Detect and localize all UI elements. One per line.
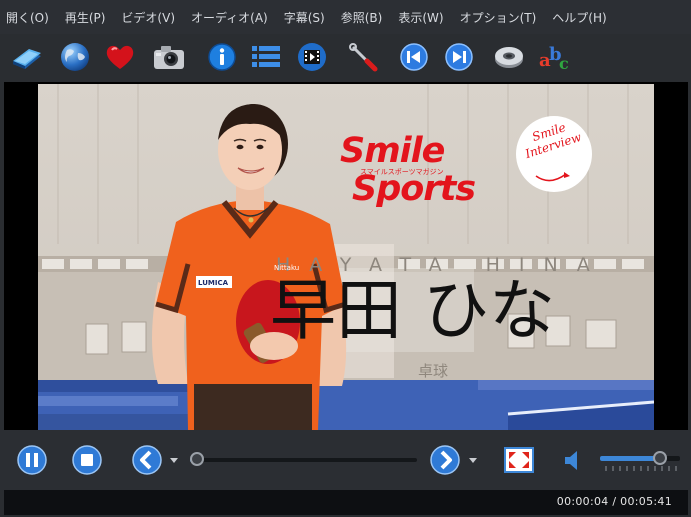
disc-icon[interactable]: [492, 40, 526, 74]
sport-label: 卓球: [418, 362, 449, 380]
stop-button[interactable]: [71, 444, 103, 476]
globe-icon[interactable]: [58, 40, 92, 74]
next-icon[interactable]: [442, 40, 476, 74]
svg-text:c: c: [559, 54, 569, 73]
menu-play[interactable]: 再生(P): [65, 9, 106, 26]
volume-ticks: [605, 466, 677, 471]
menu-video[interactable]: ビデオ(V): [121, 9, 175, 26]
seek-back-dropdown-icon[interactable]: [168, 444, 180, 476]
time-display: 00:00:04 / 00:05:41: [556, 495, 672, 508]
menu-browse[interactable]: 参照(B): [341, 9, 383, 26]
seek-forward-button[interactable]: [429, 444, 461, 476]
status-bar: 00:00:04 / 00:05:41: [4, 490, 688, 515]
menu-open[interactable]: 開く(O): [6, 9, 49, 26]
menu-audio[interactable]: オーディオ(A): [191, 9, 268, 26]
volume-icon[interactable]: [560, 444, 584, 476]
list-icon[interactable]: [249, 40, 283, 74]
shirt-sponsor: LUMICA: [198, 279, 229, 287]
menu-bar: 開く(O) 再生(P) ビデオ(V) オーディオ(A) 字幕(S) 参照(B) …: [0, 0, 691, 34]
tools-icon[interactable]: [346, 40, 380, 74]
video-viewport[interactable]: Smile スマイルスポーツマガジン Sports Smile Intervie…: [4, 82, 688, 430]
shirt-logo: Nittaku: [274, 264, 300, 272]
seek-bar[interactable]: [189, 452, 417, 466]
video-frame-image: Smile スマイルスポーツマガジン Sports Smile Intervie…: [38, 84, 654, 430]
volume-thumb[interactable]: [653, 451, 667, 465]
menu-options[interactable]: オプション(T): [460, 9, 537, 26]
playback-controls: [0, 430, 691, 490]
film-icon[interactable]: [295, 40, 329, 74]
toolbar: a b c: [0, 34, 691, 80]
menu-subtitle[interactable]: 字幕(S): [284, 9, 325, 26]
fullscreen-button[interactable]: [503, 444, 535, 476]
open-book-icon[interactable]: [10, 40, 44, 74]
menu-help[interactable]: ヘルプ(H): [552, 9, 606, 26]
camera-icon[interactable]: [152, 40, 186, 74]
name-kanji: 早田 ひな: [270, 272, 555, 349]
seek-forward-dropdown-icon[interactable]: [467, 444, 479, 476]
volume-level: [600, 456, 660, 461]
media-player-window: 開く(O) 再生(P) ビデオ(V) オーディオ(A) 字幕(S) 参照(B) …: [0, 0, 691, 517]
menu-view[interactable]: 表示(W): [398, 9, 443, 26]
heart-icon[interactable]: [103, 40, 137, 74]
seek-back-button[interactable]: [131, 444, 163, 476]
volume-slider[interactable]: [600, 451, 680, 471]
abc-icon[interactable]: a b c: [538, 40, 572, 74]
previous-icon[interactable]: [397, 40, 431, 74]
info-icon[interactable]: [205, 40, 239, 74]
seek-bar-thumb[interactable]: [189, 452, 204, 466]
smile-sports-logo: Smile スマイルスポーツマガジン Sports: [340, 131, 476, 209]
pause-button[interactable]: [16, 444, 48, 476]
